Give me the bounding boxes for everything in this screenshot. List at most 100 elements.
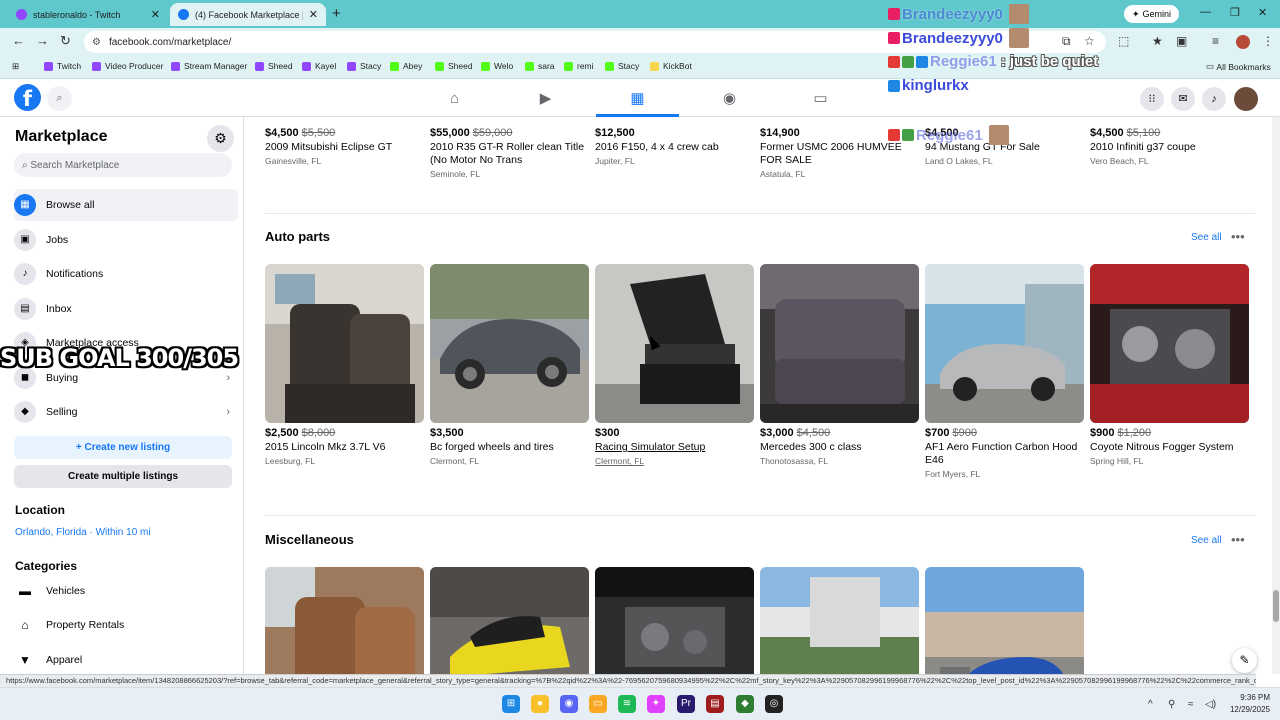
browser-tab-twitch[interactable]: stableronaldo - Twitch ✕ [8, 3, 168, 26]
reload-icon[interactable]: ↻ [60, 33, 71, 49]
sidebar-item-browse-all[interactable]: ▦ Browse all [14, 189, 238, 221]
bookmark-item[interactable]: Twitch [44, 61, 81, 71]
category-vehicles[interactable]: ▬ Vehicles [14, 578, 85, 604]
video-icon[interactable]: ▶ [504, 80, 587, 117]
close-tab-icon[interactable]: ✕ [309, 8, 318, 21]
bookmark-item[interactable]: Stacy [605, 61, 639, 71]
search-input[interactable]: ⌕ Search Marketplace [14, 153, 232, 177]
compose-message-icon[interactable]: ✎ [1232, 648, 1257, 673]
listing-image[interactable] [925, 567, 1084, 674]
home-icon[interactable]: ⌂ [413, 80, 496, 117]
listing-card[interactable]: $3,500 Bc forged wheels and tires Clermo… [430, 264, 590, 466]
install-icon[interactable]: ⧉ [1062, 34, 1071, 49]
listing-card[interactable]: $700 $900 AF1 Aero Function Carbon Hood E… [925, 264, 1085, 479]
listing-image[interactable] [1090, 264, 1249, 423]
media-icon[interactable]: ≡ [1212, 34, 1219, 48]
listing-image[interactable] [760, 264, 919, 423]
bookmarks-icon[interactable]: ★ [1152, 34, 1163, 48]
scrollbar-thumb[interactable] [1273, 590, 1279, 622]
file-explorer-icon[interactable]: ▭ [589, 695, 607, 713]
listing-card[interactable]: $12,500 2016 F150, 4 x 4 crew cab Jupite… [595, 127, 755, 166]
copilot-icon[interactable]: ✦ [647, 695, 665, 713]
listing-card[interactable]: $300 Racing Simulator Setup Clermont, FL [595, 264, 755, 466]
start-icon[interactable]: ⊞ [502, 695, 520, 713]
notifications-bell-icon[interactable]: ♪ [1202, 87, 1226, 111]
account-avatar[interactable] [1234, 87, 1258, 111]
chrome-icon[interactable]: ● [531, 695, 549, 713]
close-tab-icon[interactable]: ✕ [151, 8, 160, 21]
address-bar[interactable]: ⚙ facebook.com/marketplace/ [84, 31, 1106, 53]
tab-search-icon[interactable]: ▣ [1176, 34, 1187, 48]
listing-card[interactable]: $2,500 $8,000 2015 Lincoln Mkz 3.7L V6 Le… [265, 264, 425, 466]
bookmark-item[interactable]: Stream Manager [171, 61, 247, 71]
bookmark-item[interactable]: Abey [390, 61, 422, 71]
listing-image[interactable] [595, 264, 754, 423]
sidebar-item-notifications[interactable]: ♪ Notifications [14, 258, 238, 290]
obs-icon[interactable]: ◎ [765, 695, 783, 713]
listing-image[interactable] [760, 567, 919, 674]
volume-icon[interactable]: ◁) [1205, 699, 1216, 710]
listing-image[interactable] [265, 567, 424, 674]
profile-avatar[interactable] [1236, 35, 1250, 49]
see-all-link[interactable]: See all [1191, 535, 1222, 546]
minimize-icon[interactable]: — [1200, 6, 1211, 18]
new-tab-button[interactable]: + [332, 5, 341, 22]
sidebar-item-selling[interactable]: ◆ Selling › [14, 396, 238, 428]
bookmark-item[interactable]: sara [525, 61, 555, 71]
more-options-icon[interactable]: ••• [1231, 229, 1245, 244]
listing-image[interactable] [430, 264, 589, 423]
listing-card[interactable]: $14,900 Former USMC 2006 HUMVEE FOR SALE… [760, 127, 920, 179]
listing-card[interactable]: $900 $1,200 Coyote Nitrous Fogger System … [1090, 264, 1250, 466]
page-scrollbar[interactable] [1272, 117, 1280, 674]
bookmark-item[interactable]: Sheed [435, 61, 473, 71]
site-info-icon[interactable]: ⚙ [92, 37, 101, 48]
apps-grid-icon[interactable]: ⊞ [12, 61, 19, 72]
bookmark-star-icon[interactable]: ☆ [1084, 34, 1095, 48]
system-clock[interactable]: 9:36 PM 12/29/2025 [1222, 692, 1270, 716]
browser-tab-facebook[interactable]: (4) Facebook Marketplace | Face ✕ [170, 3, 326, 26]
all-bookmarks[interactable]: ▭ All Bookmarks [1206, 61, 1271, 72]
listing-card[interactable]: $4,500 $5,500 2009 Mitsubishi Eclipse GT … [265, 127, 425, 166]
see-all-link[interactable]: See all [1191, 232, 1222, 243]
extensions-icon[interactable]: ⬚ [1118, 34, 1129, 48]
bookmark-item[interactable]: Stacy [347, 61, 381, 71]
gear-icon[interactable]: ⚙ [207, 125, 234, 152]
capcut-icon[interactable]: ▤ [706, 695, 724, 713]
bookmark-item[interactable]: KickBot [650, 61, 692, 71]
sidebar-item-inbox[interactable]: ▤ Inbox [14, 293, 238, 325]
wifi-icon[interactable]: ≈ [1188, 699, 1194, 710]
listing-image[interactable] [430, 567, 589, 674]
maximize-icon[interactable]: ❐ [1230, 6, 1240, 19]
listing-card[interactable] [925, 567, 1085, 674]
location-link[interactable]: Orlando, Florida · Within 10 mi [15, 527, 151, 538]
create-multiple-listings-button[interactable]: Create multiple listings [14, 465, 232, 488]
listing-card[interactable]: $4,500 $5,100 2010 Infiniti g37 coupe Ver… [1090, 127, 1250, 166]
gemini-button[interactable]: ✦ Gemini [1124, 5, 1180, 23]
listing-card[interactable]: $55,000 $59,000 2010 R35 GT-R Roller clea… [430, 127, 590, 179]
bookmark-item[interactable]: Video Producer [92, 61, 163, 71]
messenger-icon[interactable]: ✉ [1171, 87, 1195, 111]
kickbot-app-icon[interactable]: ◆ [736, 695, 754, 713]
listing-card[interactable] [595, 567, 755, 674]
sidebar-item-jobs[interactable]: ▣ Jobs [14, 224, 238, 256]
gaming-icon[interactable]: ▭ [779, 80, 862, 117]
more-options-icon[interactable]: ••• [1231, 532, 1245, 547]
category-property-rentals[interactable]: ⌂ Property Rentals [14, 612, 124, 638]
discord-icon[interactable]: ◉ [560, 695, 578, 713]
listing-image[interactable] [925, 264, 1084, 423]
listing-card[interactable] [265, 567, 425, 674]
listing-card[interactable] [760, 567, 920, 674]
listing-card[interactable]: $4,500 94 Mustang GT For Sale Land O Lak… [925, 127, 1085, 166]
bookmark-item[interactable]: Kayel [302, 61, 336, 71]
menu-kebab-icon[interactable]: ⋮ [1262, 34, 1274, 48]
close-window-icon[interactable]: ✕ [1258, 6, 1267, 19]
facebook-logo-icon[interactable]: f [14, 84, 41, 111]
search-icon[interactable]: ⌕ [47, 86, 72, 111]
category-apparel[interactable]: ▼ Apparel [14, 647, 82, 673]
back-icon[interactable]: ← [12, 33, 25, 48]
bookmark-item[interactable]: Welo [481, 61, 513, 71]
listing-image[interactable] [265, 264, 424, 423]
bookmark-item[interactable]: remi [564, 61, 594, 71]
menu-grid-icon[interactable]: ⁝⁝ [1140, 87, 1164, 111]
premiere-icon[interactable]: Pr [677, 695, 695, 713]
